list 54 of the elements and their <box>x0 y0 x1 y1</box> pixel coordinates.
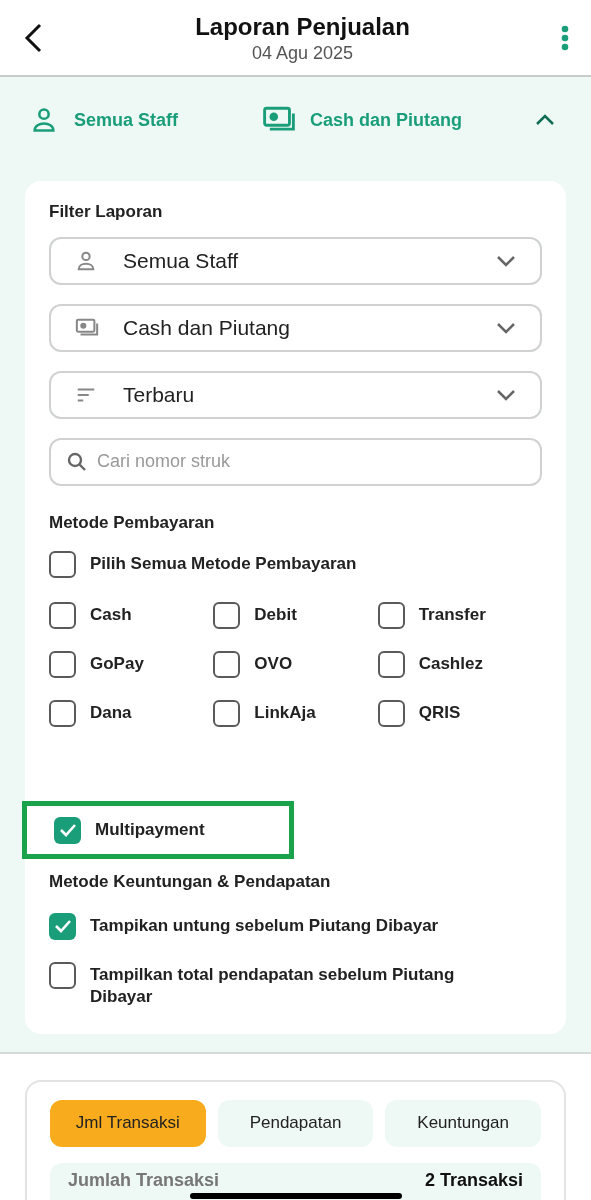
person-icon <box>30 106 58 134</box>
checkbox[interactable] <box>49 551 76 578</box>
stats-tab[interactable]: Jml Transaksi <box>50 1099 206 1147</box>
checkbox[interactable] <box>49 602 76 629</box>
checkbox[interactable] <box>49 700 76 727</box>
checkbox[interactable] <box>49 651 76 678</box>
checkbox-label: QRIS <box>418 702 461 724</box>
checkbox[interactable] <box>213 700 241 727</box>
checkbox-label: Pilih Semua Metode Pembayaran <box>90 553 357 575</box>
dropdown-value: Cash dan Piutang <box>123 314 290 341</box>
more-icon[interactable] <box>561 24 569 51</box>
checkbox-label: Debit <box>254 604 297 626</box>
stats-value: 2 Transaksi <box>424 1168 523 1192</box>
dropdown-value: Semua Staff <box>123 247 239 274</box>
check-icon <box>53 919 72 933</box>
checkbox[interactable] <box>377 700 405 727</box>
dropdown[interactable]: Terbaru <box>49 370 542 419</box>
chevron-icon <box>496 388 516 401</box>
section-title: Metode Pembayaran <box>49 511 216 534</box>
section-title: Filter Laporan <box>49 201 164 223</box>
checkbox-label: Tampilkan total pendapatan sebelum Piutang Dibayar <box>90 963 456 1008</box>
checkbox[interactable] <box>213 651 241 678</box>
section-title: Metode Keuntungan & Pendapatan <box>49 871 332 893</box>
checkbox-label: Multipayment <box>95 818 205 841</box>
checkbox[interactable] <box>49 912 76 940</box>
search-field[interactable]: Cari nomor struk <box>49 437 542 486</box>
chevron-icon <box>535 114 555 126</box>
person-icon <box>75 249 97 272</box>
stats-tab[interactable]: Keuntungan <box>385 1099 541 1147</box>
checkbox-label: Cash <box>90 604 132 626</box>
dropdown[interactable]: Cash dan Piutang <box>49 303 542 352</box>
checkbox[interactable] <box>49 961 76 989</box>
checkbox-label: LinkAja <box>254 702 316 724</box>
page-title: Laporan Penjualan <box>195 11 410 42</box>
checkbox-label: Tampikan untung sebelum Piutang Dibayar <box>90 914 439 937</box>
checkbox-label: GoPay <box>90 653 144 675</box>
checkbox-label: Transfer <box>418 604 486 626</box>
checkbox[interactable] <box>54 816 81 844</box>
stats-tab[interactable]: Pendapatan <box>217 1099 374 1147</box>
stats-label: Jumlah Transaksi <box>68 1168 220 1192</box>
chevron-icon <box>496 254 516 267</box>
checkbox[interactable] <box>377 651 405 678</box>
checkbox[interactable] <box>377 602 405 629</box>
check-icon <box>58 823 77 837</box>
search-icon <box>67 451 87 472</box>
chevron-icon <box>496 321 516 334</box>
checkbox-label: OVO <box>254 653 293 675</box>
back-icon[interactable] <box>22 22 44 53</box>
checkbox-label: Cashlez <box>418 653 483 675</box>
dropdown[interactable]: Semua Staff <box>49 236 542 285</box>
dropdown-value: Terbaru <box>123 381 195 408</box>
page-date: 04 Agu 2025 <box>251 41 354 64</box>
checkbox-label: Dana <box>90 702 132 724</box>
checkbox[interactable] <box>213 602 241 629</box>
